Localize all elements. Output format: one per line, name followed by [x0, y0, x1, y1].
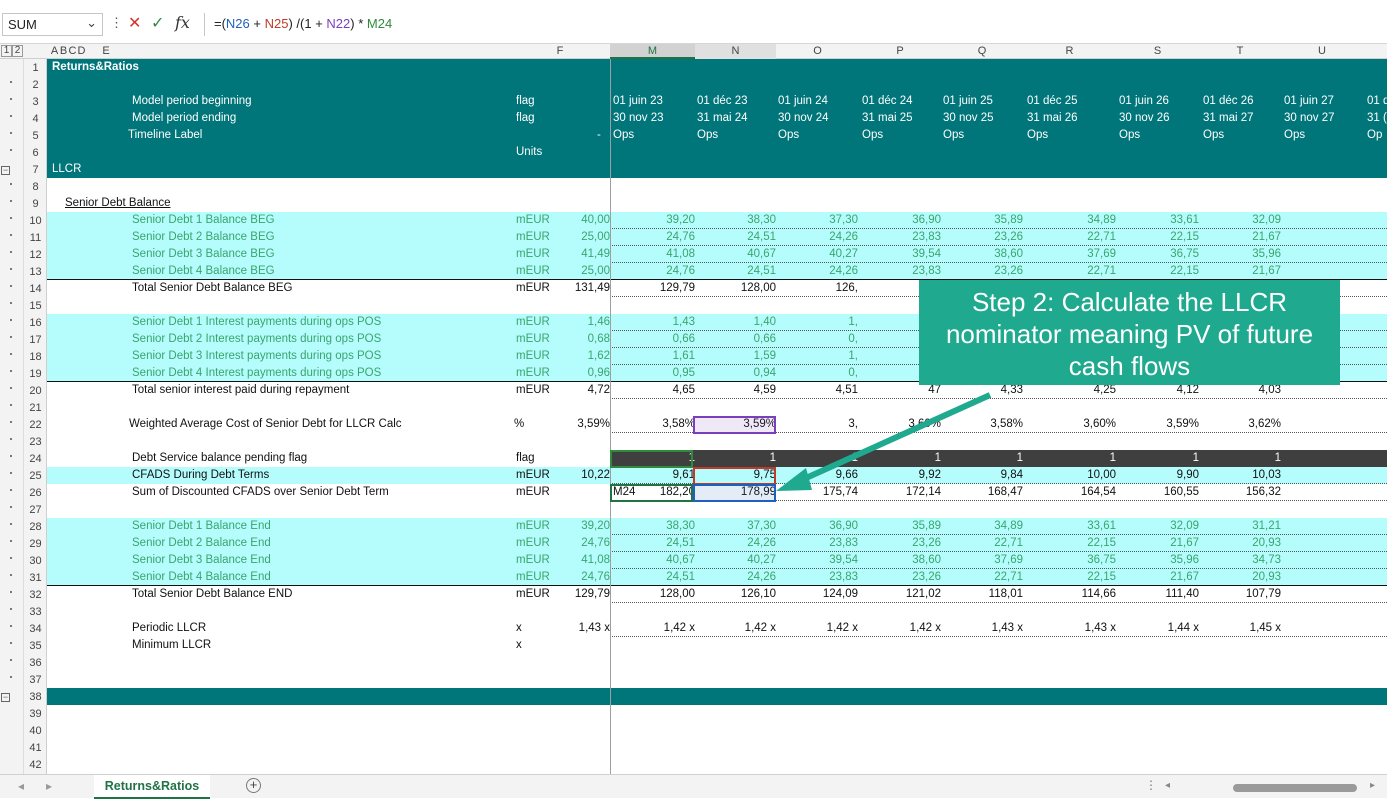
tab-splitter-icon[interactable]: ⋮	[1145, 778, 1157, 792]
next-sheet-icon[interactable]: ▸	[46, 779, 52, 793]
horizontal-scrollbar[interactable]	[1233, 784, 1357, 792]
sheet-tab-returns-ratios[interactable]: Returns&Ratios	[94, 775, 210, 799]
sheet-tab-bar: ◂ ▸ Returns&Ratios + ⋮ ◂ ▸	[0, 774, 1387, 799]
scroll-right-icon[interactable]: ▸	[1370, 780, 1375, 791]
scroll-left-icon[interactable]: ◂	[1165, 780, 1170, 791]
prev-sheet-icon[interactable]: ◂	[18, 779, 24, 793]
add-sheet-icon[interactable]: +	[246, 778, 261, 793]
callout-arrow	[776, 392, 992, 491]
